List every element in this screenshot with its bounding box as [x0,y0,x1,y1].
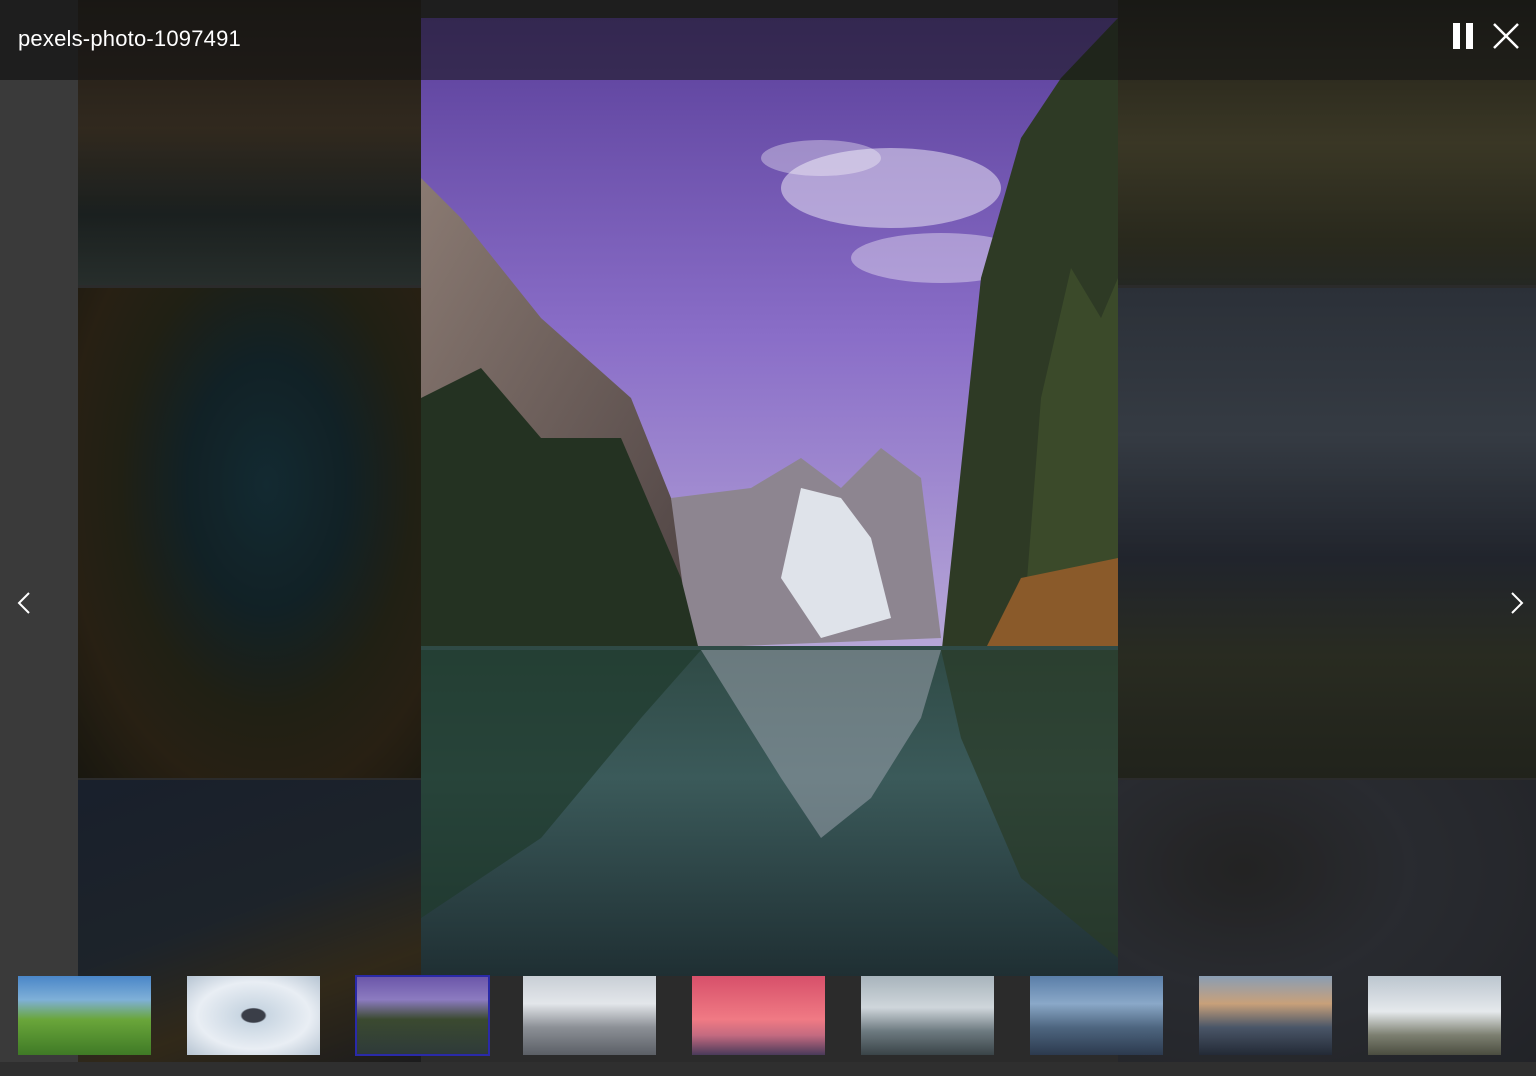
background-photo [78,288,421,778]
left-gutter [0,80,78,1076]
chevron-right-icon [1511,592,1524,614]
background-photo [1118,288,1536,778]
photo-title: pexels-photo-1097491 [18,26,241,51]
thumbnail-sunlit-peak[interactable] [1199,976,1332,1055]
thumbnail-strip [0,975,1536,1060]
previous-button[interactable] [10,586,40,620]
thumbnail-misty-coastline[interactable] [861,976,994,1055]
thumbnail-cliff-above-clouds[interactable] [1368,976,1501,1055]
thumbnail-green-hills[interactable] [18,976,151,1055]
pause-button[interactable] [1448,20,1480,52]
next-button[interactable] [1502,586,1532,620]
title-bar: pexels-photo-1097491 [0,0,1536,80]
close-icon [1493,23,1519,49]
thumbnail-snowy-peaks-clouds[interactable] [523,976,656,1055]
thumbnail-hiker-in-snow[interactable] [187,976,320,1055]
main-photo [421,18,1118,976]
thumbnail-jagged-mountains[interactable] [1030,976,1163,1055]
chevron-left-icon [17,592,30,614]
close-button[interactable] [1490,20,1522,52]
bottom-bar [0,1062,1536,1076]
thumbnail-mountain-lake-reflection[interactable] [355,975,490,1056]
pause-icon [1453,23,1473,49]
thumbnail-pink-sunset-sky[interactable] [692,976,825,1055]
